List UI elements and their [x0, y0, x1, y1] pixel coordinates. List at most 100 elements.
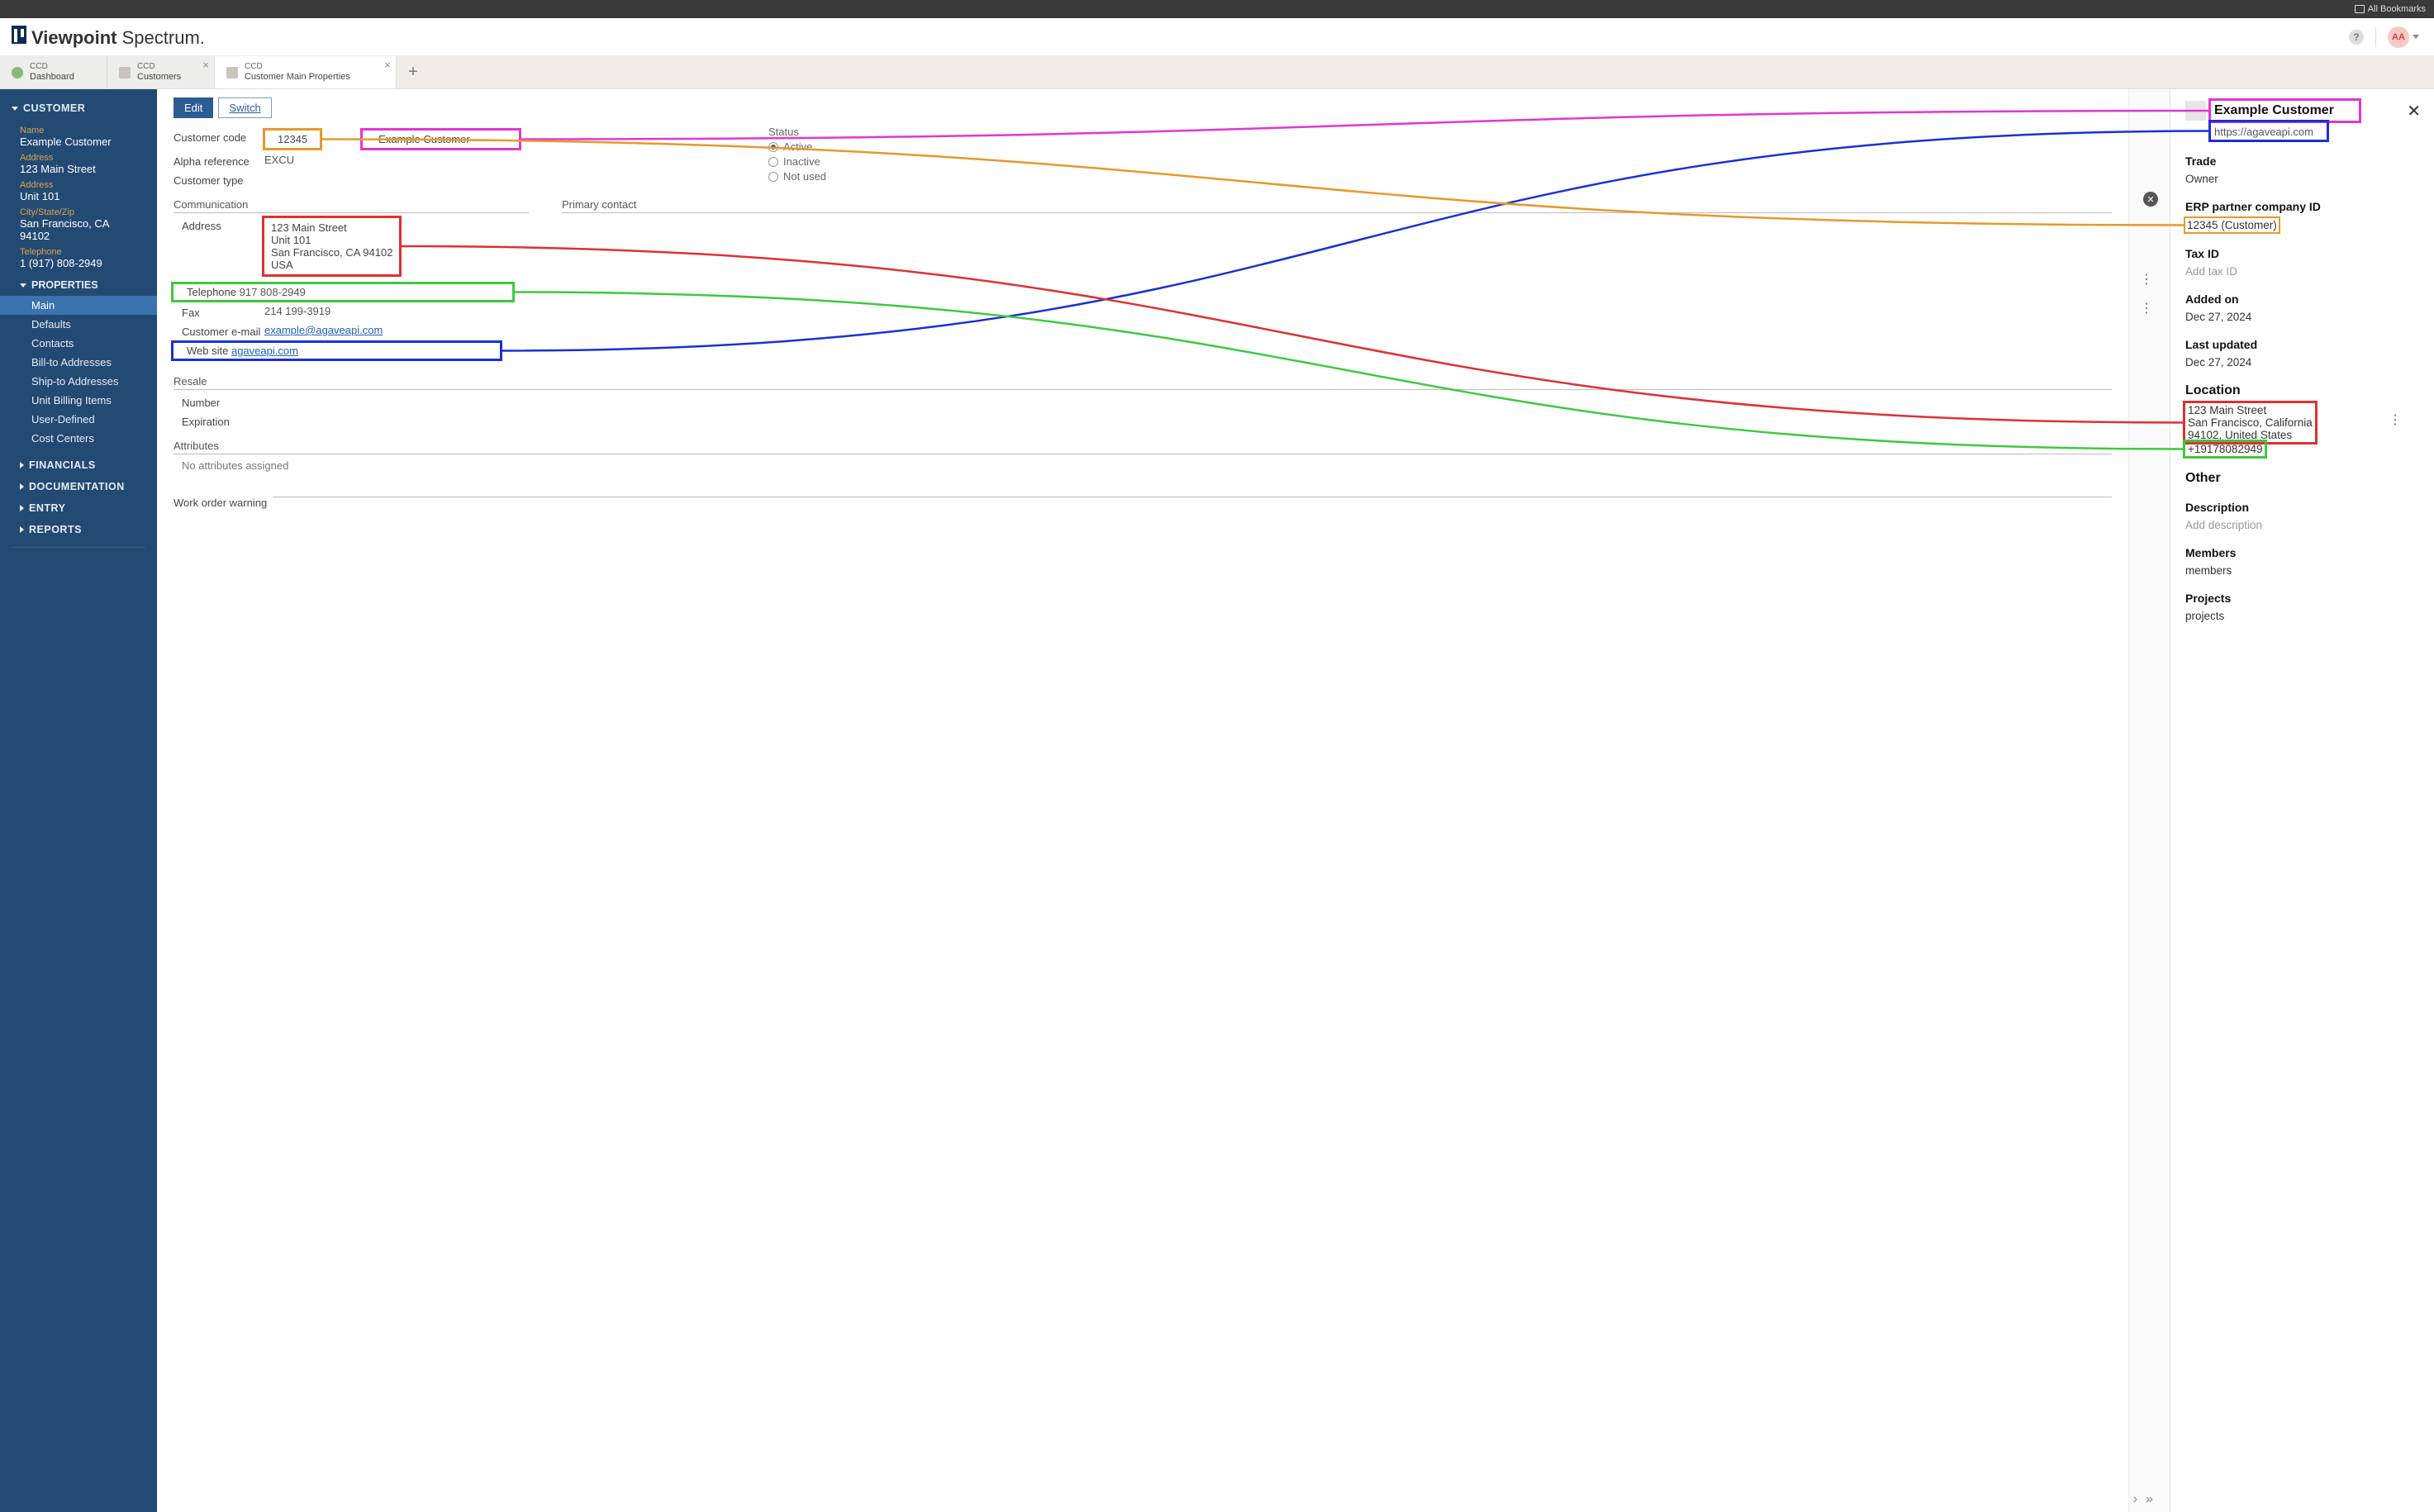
sidebar-item-reports[interactable]: REPORTS	[0, 519, 157, 540]
label-work-order-warning: Work order warning	[174, 497, 273, 509]
sidebar-section-customer[interactable]: CUSTOMER	[0, 97, 157, 119]
label-description: Description	[2185, 501, 2419, 514]
main-content: Edit Switch Customer code 12345 Example …	[157, 89, 2128, 1512]
all-bookmarks-button[interactable]: All Bookmarks	[2355, 4, 2426, 14]
brand-word-1: Viewpoint	[31, 27, 117, 48]
email-link[interactable]: example@agaveapi.com	[264, 324, 383, 336]
description-placeholder[interactable]: Add description	[2185, 519, 2419, 531]
tab-customers[interactable]: CCDCustomers ×	[107, 56, 215, 88]
radio-inactive[interactable]: Inactive	[768, 155, 826, 168]
last-updated-value: Dec 27, 2024	[2185, 356, 2419, 368]
sidebar-item-main[interactable]: Main	[0, 296, 157, 315]
avatar: AA	[2388, 26, 2409, 48]
added-on-value: Dec 27, 2024	[2185, 311, 2419, 323]
kebab-icon[interactable]: ⋮	[2140, 271, 2153, 288]
edit-button[interactable]: Edit	[174, 97, 213, 118]
sidebar-item-entry[interactable]: ENTRY	[0, 497, 157, 519]
nav-next-icon[interactable]: ›	[2133, 1492, 2137, 1507]
label-customer-code: Customer code	[174, 130, 264, 144]
brand-logo: Viewpoint Spectrum.	[12, 26, 205, 49]
section-primary-contact: Primary contact	[562, 198, 2112, 213]
label-address-2: Address	[20, 180, 137, 190]
fax-value: 214 199-3919	[264, 305, 330, 317]
label-added-on: Added on	[2185, 292, 2419, 306]
brand-word-2: Spectrum.	[122, 27, 205, 48]
label-email: Customer e-mail	[174, 324, 264, 338]
panel-url[interactable]: https://agaveapi.com	[2214, 126, 2313, 138]
kebab-icon[interactable]: ⋮	[2140, 300, 2153, 316]
telephone-value: 917 808-2949	[240, 286, 306, 298]
gap-column: ✕ ⋮ ⋮	[2128, 89, 2170, 1512]
location-line-3: 94102, United States	[2188, 429, 2313, 441]
tab-customer-main-properties[interactable]: CCDCustomer Main Properties ×	[215, 56, 397, 88]
label-status: Status	[768, 126, 826, 138]
help-icon[interactable]: ?	[2349, 30, 2364, 45]
radio-icon	[768, 172, 778, 182]
customer-address-2: Unit 101	[20, 190, 137, 202]
label-fax: Fax	[174, 305, 264, 319]
location-line-2: San Francisco, California	[2188, 416, 2313, 429]
section-communication: Communication	[174, 198, 529, 213]
attributes-value: No attributes assigned	[174, 459, 288, 472]
label-telephone: Telephone	[178, 284, 236, 298]
label-erp: ERP partner company ID	[2185, 200, 2419, 213]
address-block: 123 Main Street Unit 101 San Francisco, …	[264, 218, 399, 274]
close-icon[interactable]: ×	[202, 59, 209, 71]
close-icon[interactable]: ×	[384, 59, 391, 71]
customer-code-value: 12345	[264, 130, 321, 149]
sidebar-item-cost-centers[interactable]: Cost Centers	[0, 429, 157, 448]
location-phone: +19178082949	[2185, 442, 2265, 456]
label-csz: City/State/Zip	[20, 207, 137, 217]
label-trade: Trade	[2185, 155, 2419, 168]
projects-value: projects	[2185, 610, 2419, 622]
tab-dashboard[interactable]: CCDDashboard	[0, 56, 107, 88]
tab-icon	[119, 67, 131, 78]
switch-button[interactable]: Switch	[218, 97, 271, 118]
tab-icon	[226, 67, 238, 78]
label-resale-number: Number	[174, 395, 264, 409]
sidebar-item-defaults[interactable]: Defaults	[0, 315, 157, 334]
user-menu[interactable]: AA	[2388, 26, 2419, 48]
sidebar-item-unit-billing[interactable]: Unit Billing Items	[0, 391, 157, 410]
sidebar-item-contacts[interactable]: Contacts	[0, 334, 157, 353]
customer-tel: 1 (917) 808-2949	[20, 257, 137, 269]
sidebar: CUSTOMER Name Example Customer Address 1…	[0, 89, 157, 1512]
label-telephone: Telephone	[20, 247, 137, 257]
sidebar-item-user-defined[interactable]: User-Defined	[0, 410, 157, 429]
label-customer-type: Customer type	[174, 173, 264, 187]
sidebar-item-billto[interactable]: Bill-to Addresses	[0, 353, 157, 372]
tab-strip: CCDDashboard CCDCustomers × CCDCustomer …	[0, 56, 2434, 89]
radio-icon	[768, 142, 778, 152]
label-name: Name	[20, 126, 137, 136]
customer-csz: San Francisco, CA 94102	[20, 217, 137, 242]
label-address: Address	[174, 218, 264, 232]
radio-not-used[interactable]: Not used	[768, 170, 826, 183]
sidebar-properties-header[interactable]: PROPERTIES	[0, 274, 157, 296]
website-link[interactable]: agaveapi.com	[231, 345, 298, 357]
tax-id-placeholder[interactable]: Add tax ID	[2185, 265, 2419, 278]
nav-last-icon[interactable]: »	[2146, 1492, 2153, 1507]
trade-value: Owner	[2185, 173, 2419, 185]
label-other: Other	[2185, 471, 2419, 486]
sidebar-item-documentation[interactable]: DOCUMENTATION	[0, 476, 157, 497]
label-alpha: Alpha reference	[174, 154, 264, 168]
browser-bookmark-bar: All Bookmarks	[0, 0, 2434, 18]
radio-active[interactable]: Active	[768, 140, 826, 153]
right-panel: ✕ Example Customer https://agaveapi.com …	[2170, 89, 2434, 1512]
logo-icon	[12, 26, 26, 44]
label-address: Address	[20, 153, 137, 163]
clear-icon[interactable]: ✕	[2143, 192, 2158, 207]
folder-icon	[2355, 5, 2365, 13]
tab-icon	[12, 67, 23, 78]
label-tax-id: Tax ID	[2185, 247, 2419, 260]
app-header: Viewpoint Spectrum. ? AA	[0, 18, 2434, 56]
close-icon[interactable]: ✕	[2407, 101, 2421, 121]
all-bookmarks-label: All Bookmarks	[2368, 4, 2426, 14]
add-tab-button[interactable]: +	[397, 56, 430, 88]
status-group: Status Active Inactive Not used	[768, 126, 826, 185]
kebab-icon[interactable]: ⋮	[2389, 411, 2403, 428]
section-attributes: Attributes	[174, 440, 2112, 454]
label-website: Web site	[178, 343, 228, 357]
sidebar-item-financials[interactable]: FINANCIALS	[0, 454, 157, 476]
sidebar-item-shipto[interactable]: Ship-to Addresses	[0, 372, 157, 391]
